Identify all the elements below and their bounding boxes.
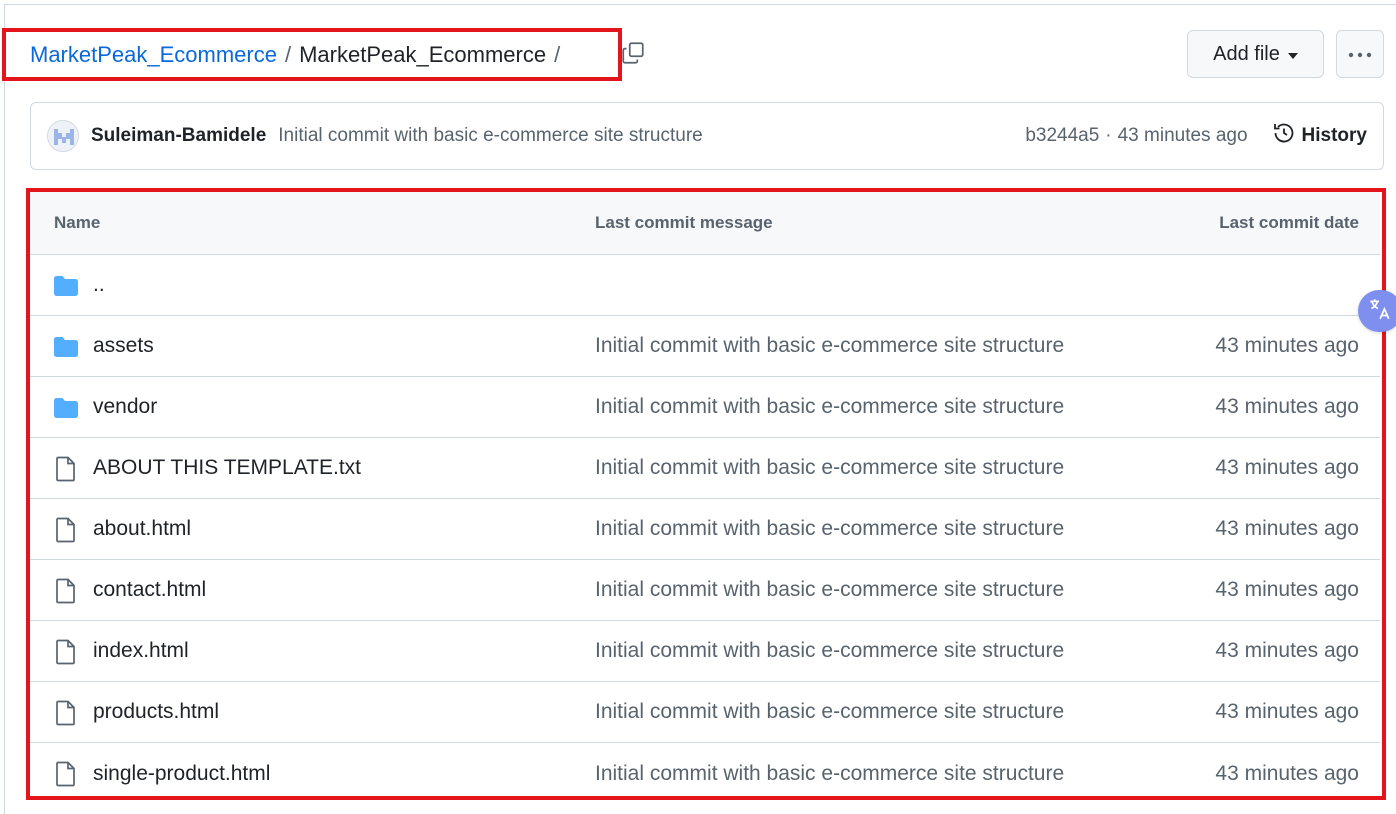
commit-author[interactable]: Suleiman-Bamidele xyxy=(91,125,266,147)
row-commit-message[interactable]: Initial commit with basic e-commerce sit… xyxy=(595,517,1064,541)
copy-icon xyxy=(620,40,646,71)
row-commit-message[interactable]: Initial commit with basic e-commerce sit… xyxy=(595,762,1064,786)
history-icon xyxy=(1272,121,1296,151)
latest-commit-bar: Suleiman-Bamidele Initial commit with ba… xyxy=(30,102,1384,170)
file-name-link[interactable]: vendor xyxy=(93,395,157,419)
parent-directory-row[interactable]: .. xyxy=(30,255,1380,316)
file-name-link[interactable]: products.html xyxy=(93,700,219,724)
file-name-link[interactable]: contact.html xyxy=(93,578,206,602)
row-commit-message[interactable]: Initial commit with basic e-commerce sit… xyxy=(595,639,1064,663)
folder-icon xyxy=(53,335,79,359)
breadcrumb-trailing-separator: / xyxy=(554,41,561,67)
column-header-date: Last commit date xyxy=(1219,213,1359,232)
file-icon xyxy=(53,639,79,665)
row-commit-message[interactable]: Initial commit with basic e-commerce sit… xyxy=(595,700,1064,724)
column-header-name: Name xyxy=(54,213,101,232)
copy-path-button[interactable] xyxy=(618,40,648,70)
add-file-button[interactable]: Add file xyxy=(1187,30,1324,78)
table-row[interactable]: products.html Initial commit with basic e… xyxy=(30,682,1380,743)
avatar[interactable] xyxy=(47,120,79,152)
row-commit-date: 43 minutes ago xyxy=(1215,578,1359,601)
commit-sha[interactable]: b3244a5 xyxy=(1025,125,1099,147)
folder-icon xyxy=(53,274,79,298)
history-label: History xyxy=(1301,125,1367,146)
commit-time: 43 minutes ago xyxy=(1117,125,1248,146)
row-commit-message[interactable]: Initial commit with basic e-commerce sit… xyxy=(595,456,1064,480)
file-name-link[interactable]: index.html xyxy=(93,639,189,663)
row-commit-message[interactable]: Initial commit with basic e-commerce sit… xyxy=(595,395,1064,419)
file-icon xyxy=(53,761,79,787)
kebab-horizontal-icon xyxy=(1348,45,1372,63)
table-header: Name Last commit message Last commit dat… xyxy=(30,192,1380,255)
file-name-link[interactable]: single-product.html xyxy=(93,762,270,786)
table-row[interactable]: assets Initial commit with basic e-commer… xyxy=(30,316,1380,377)
file-name-link[interactable]: about.html xyxy=(93,517,191,541)
file-icon xyxy=(53,456,79,482)
translate-icon xyxy=(1366,296,1392,327)
row-commit-message[interactable]: Initial commit with basic e-commerce sit… xyxy=(595,578,1064,602)
row-commit-date: 43 minutes ago xyxy=(1215,456,1359,479)
commit-message[interactable]: Initial commit with basic e-commerce sit… xyxy=(278,125,702,147)
row-commit-date: 43 minutes ago xyxy=(1215,395,1359,418)
table-body: .. assets Initial commit with basic e-comm… xyxy=(30,255,1380,796)
table-row[interactable]: single-product.html Initial commit with b… xyxy=(30,743,1380,796)
more-options-button[interactable] xyxy=(1336,30,1384,78)
row-commit-date: 43 minutes ago xyxy=(1215,334,1359,357)
table-row[interactable]: contact.html Initial commit with basic e-… xyxy=(30,560,1380,621)
row-commit-date: 43 minutes ago xyxy=(1215,700,1359,723)
file-name-link[interactable]: ABOUT THIS TEMPLATE.txt xyxy=(93,456,361,480)
column-header-message: Last commit message xyxy=(595,213,773,232)
chevron-down-icon xyxy=(1287,52,1298,59)
history-button[interactable]: History xyxy=(1272,121,1367,151)
breadcrumb: MarketPeak_Ecommerce / MarketPeak_Ecomme… xyxy=(2,28,622,81)
row-commit-date: 43 minutes ago xyxy=(1215,761,1359,785)
table-row[interactable]: about.html Initial commit with basic e-co… xyxy=(30,499,1380,560)
add-file-label: Add file xyxy=(1213,42,1280,65)
file-icon xyxy=(53,700,79,726)
folder-icon xyxy=(53,396,79,420)
row-commit-date: 43 minutes ago xyxy=(1215,517,1359,540)
file-icon xyxy=(53,517,79,543)
row-commit-date: 43 minutes ago xyxy=(1215,639,1359,662)
breadcrumb-separator: / xyxy=(284,41,292,67)
file-icon xyxy=(53,578,79,604)
breadcrumb-current-folder: MarketPeak_Ecommerce xyxy=(299,41,547,67)
translate-widget[interactable] xyxy=(1358,290,1396,332)
table-row[interactable]: index.html Initial commit with basic e-co… xyxy=(30,621,1380,682)
repo-header: MarketPeak_Ecommerce / MarketPeak_Ecomme… xyxy=(0,28,1396,81)
row-commit-message[interactable]: Initial commit with basic e-commerce sit… xyxy=(595,334,1064,358)
table-row[interactable]: vendor Initial commit with basic e-commer… xyxy=(30,377,1380,438)
table-row[interactable]: ABOUT THIS TEMPLATE.txt Initial commit wi… xyxy=(30,438,1380,499)
file-name-link[interactable]: .. xyxy=(93,273,105,297)
commit-separator-dot: · xyxy=(1105,125,1112,146)
file-table: Name Last commit message Last commit dat… xyxy=(30,192,1380,796)
file-name-link[interactable]: assets xyxy=(93,334,154,358)
breadcrumb-repo-link[interactable]: MarketPeak_Ecommerce xyxy=(30,42,277,68)
